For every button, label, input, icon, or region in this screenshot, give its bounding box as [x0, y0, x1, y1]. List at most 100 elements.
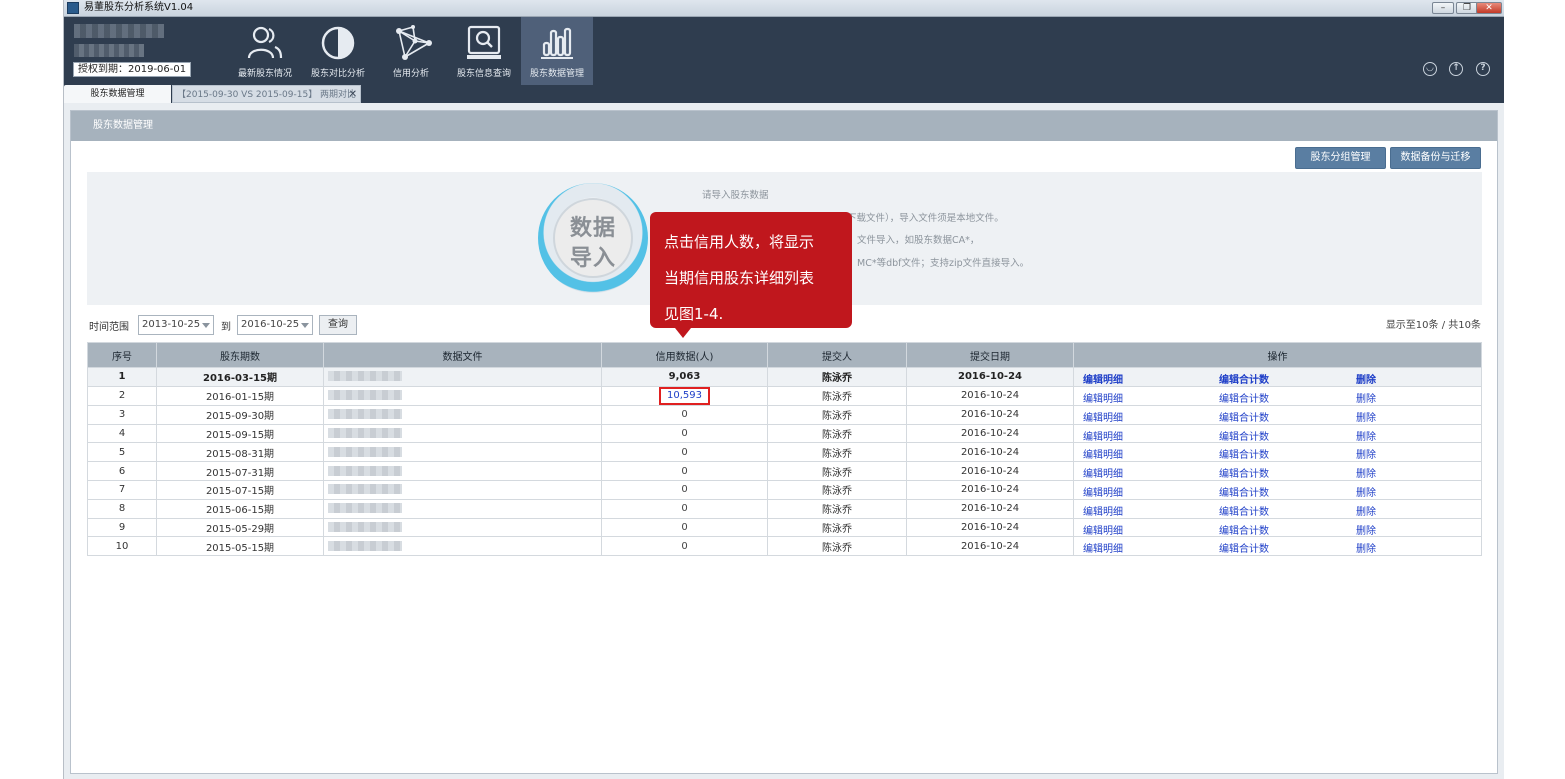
row-period: 2015-07-15期 [156, 479, 324, 500]
window-title: 易董股东分析系统V1.04 [84, 2, 194, 13]
close-button[interactable]: ✕ [1476, 2, 1502, 14]
title-bar: 易董股东分析系统V1.04 – ❐ ✕ [64, 0, 1504, 17]
row-credit-count[interactable]: 0 [601, 404, 768, 425]
delete-link[interactable]: 删除 [1356, 540, 1376, 555]
edit-total-link[interactable]: 编辑合计数 [1219, 409, 1269, 424]
nav-data-management[interactable]: 股东数据管理 [521, 17, 593, 85]
edit-total-link[interactable]: 编辑合计数 [1219, 371, 1269, 386]
row-credit-count[interactable]: 10,593 [601, 385, 768, 406]
edit-detail-link[interactable]: 编辑明细 [1083, 409, 1123, 424]
row-submitter: 陈泳乔 [767, 404, 907, 425]
col-header[interactable]: 信用数据(人) [601, 342, 768, 368]
edit-detail-link[interactable]: 编辑明细 [1083, 446, 1123, 461]
edit-detail-link[interactable]: 编辑明细 [1083, 465, 1123, 480]
edit-total-link[interactable]: 编辑合计数 [1219, 522, 1269, 537]
date-from-select[interactable]: 2013-10-25 [138, 315, 214, 335]
tab-data-management[interactable]: 股东数据管理 [64, 85, 171, 103]
row-period: 2016-01-15期 [156, 385, 324, 406]
table-header-row: 序号 股东期数 数据文件 信用数据(人) 提交人 提交日期 操作 [87, 342, 1482, 368]
edit-total-link[interactable]: 编辑合计数 [1219, 465, 1269, 480]
edit-detail-link[interactable]: 编辑明细 [1083, 428, 1123, 443]
row-submit-date: 2016-10-24 [906, 517, 1074, 538]
table-row[interactable]: 1 2016-03-15期 9,063 陈泳乔 2016-10-24 编辑明细 … [87, 367, 1482, 387]
edit-total-link[interactable]: 编辑合计数 [1219, 428, 1269, 443]
row-period: 2015-06-15期 [156, 498, 324, 519]
delete-link[interactable]: 删除 [1356, 503, 1376, 518]
data-file-blurred [328, 390, 402, 401]
shareholder-group-button[interactable]: 股东分组管理 [1295, 147, 1386, 169]
edit-detail-link[interactable]: 编辑明细 [1083, 371, 1123, 386]
record-summary: 显示至10条 / 共10条 [1385, 320, 1481, 331]
row-credit-count[interactable]: 0 [601, 536, 768, 557]
edit-detail-link[interactable]: 编辑明细 [1083, 522, 1123, 537]
upload-icon[interactable]: ↑ [1449, 62, 1463, 76]
row-credit-count[interactable]: 0 [601, 423, 768, 444]
nav-credit-analysis[interactable]: 信用分析 [375, 17, 447, 85]
data-file-blurred [328, 446, 402, 457]
table-row[interactable]: 6 2015-07-31期 0 陈泳乔 2016-10-24 编辑明细 编辑合计… [87, 461, 1482, 481]
highlighted-credit-value[interactable]: 10,593 [659, 386, 710, 405]
table-row[interactable]: 5 2015-08-31期 0 陈泳乔 2016-10-24 编辑明细 编辑合计… [87, 442, 1482, 463]
user-icon[interactable]: ◡ [1423, 62, 1437, 76]
col-header[interactable]: 数据文件 [323, 342, 602, 368]
table-row[interactable]: 9 2015-05-29期 0 陈泳乔 2016-10-24 编辑明细 编辑合计… [87, 517, 1482, 538]
edit-detail-link[interactable]: 编辑明细 [1083, 540, 1123, 555]
table-row[interactable]: 4 2015-09-15期 0 陈泳乔 2016-10-24 编辑明细 编辑合计… [87, 423, 1482, 444]
edit-total-link[interactable]: 编辑合计数 [1219, 503, 1269, 518]
edit-total-link[interactable]: 编辑合计数 [1219, 446, 1269, 461]
delete-link[interactable]: 删除 [1356, 465, 1376, 480]
delete-link[interactable]: 删除 [1356, 390, 1376, 405]
row-credit-count[interactable]: 0 [601, 498, 768, 519]
panel-header: 股东数据管理 [71, 111, 1497, 141]
restore-button[interactable]: ❐ [1456, 2, 1478, 14]
company-code-blurred [74, 44, 144, 57]
edit-detail-link[interactable]: 编辑明细 [1083, 503, 1123, 518]
delete-link[interactable]: 删除 [1356, 484, 1376, 499]
edit-detail-link[interactable]: 编辑明细 [1083, 390, 1123, 405]
edit-detail-link[interactable]: 编辑明细 [1083, 484, 1123, 499]
delete-link[interactable]: 删除 [1356, 371, 1376, 386]
col-header[interactable]: 序号 [87, 342, 157, 368]
table-row[interactable]: 3 2015-09-30期 0 陈泳乔 2016-10-24 编辑明细 编辑合计… [87, 404, 1482, 425]
data-backup-button[interactable]: 数据备份与迁移 [1390, 147, 1481, 169]
row-submit-date: 2016-10-24 [906, 479, 1074, 500]
help-icon[interactable]: ? [1476, 62, 1490, 76]
delete-link[interactable]: 删除 [1356, 446, 1376, 461]
close-icon[interactable]: ✕ [349, 86, 357, 104]
row-credit-count[interactable]: 0 [601, 461, 768, 481]
table-row[interactable]: 7 2015-07-15期 0 陈泳乔 2016-10-24 编辑明细 编辑合计… [87, 479, 1482, 500]
row-credit-count[interactable]: 9,063 [601, 367, 768, 387]
table-row[interactable]: 8 2015-06-15期 0 陈泳乔 2016-10-24 编辑明细 编辑合计… [87, 498, 1482, 519]
row-submitter: 陈泳乔 [767, 536, 907, 557]
delete-link[interactable]: 删除 [1356, 522, 1376, 537]
row-submit-date: 2016-10-24 [906, 442, 1074, 463]
nav-latest-shareholders[interactable]: 最新股东情况 [229, 17, 301, 85]
date-to-select[interactable]: 2016-10-25 [237, 315, 313, 335]
col-header[interactable]: 股东期数 [156, 342, 324, 368]
row-credit-count[interactable]: 0 [601, 442, 768, 463]
import-hint-1: 下载文件），导入文件须是本地文件。 [847, 213, 1004, 224]
row-credit-count[interactable]: 0 [601, 517, 768, 538]
row-data-file [323, 442, 602, 463]
tab-period-compare[interactable]: 【2015-09-30 VS 2015-09-15】 两期对比 ✕ [172, 85, 361, 103]
delete-link[interactable]: 删除 [1356, 409, 1376, 424]
query-button[interactable]: 查询 [319, 315, 357, 335]
row-credit-count[interactable]: 0 [601, 479, 768, 500]
row-index: 3 [87, 404, 157, 425]
edit-total-link[interactable]: 编辑合计数 [1219, 484, 1269, 499]
edit-total-link[interactable]: 编辑合计数 [1219, 540, 1269, 555]
edit-total-link[interactable]: 编辑合计数 [1219, 390, 1269, 405]
minimize-button[interactable]: – [1432, 2, 1454, 14]
delete-link[interactable]: 删除 [1356, 428, 1376, 443]
shareholder-data-table: 序号 股东期数 数据文件 信用数据(人) 提交人 提交日期 操作 1 2016-… [87, 342, 1482, 557]
data-import-button[interactable]: 数据 导入 [538, 183, 648, 293]
nav-shareholder-query[interactable]: 股东信息查询 [448, 17, 520, 85]
col-header[interactable]: 提交人 [767, 342, 907, 368]
table-row[interactable]: 2 2016-01-15期 10,593 陈泳乔 2016-10-24 编辑明细… [87, 385, 1482, 406]
nav-compare-analysis[interactable]: 股东对比分析 [302, 17, 374, 85]
table-row[interactable]: 10 2015-05-15期 0 陈泳乔 2016-10-24 编辑明细 编辑合… [87, 536, 1482, 557]
row-data-file [323, 479, 602, 500]
callout-line-1: 点击信用人数，将显示 [664, 233, 815, 251]
auth-expiry-badge: 授权到期：2019-06-01 [73, 62, 192, 77]
col-header[interactable]: 提交日期 [906, 342, 1074, 368]
